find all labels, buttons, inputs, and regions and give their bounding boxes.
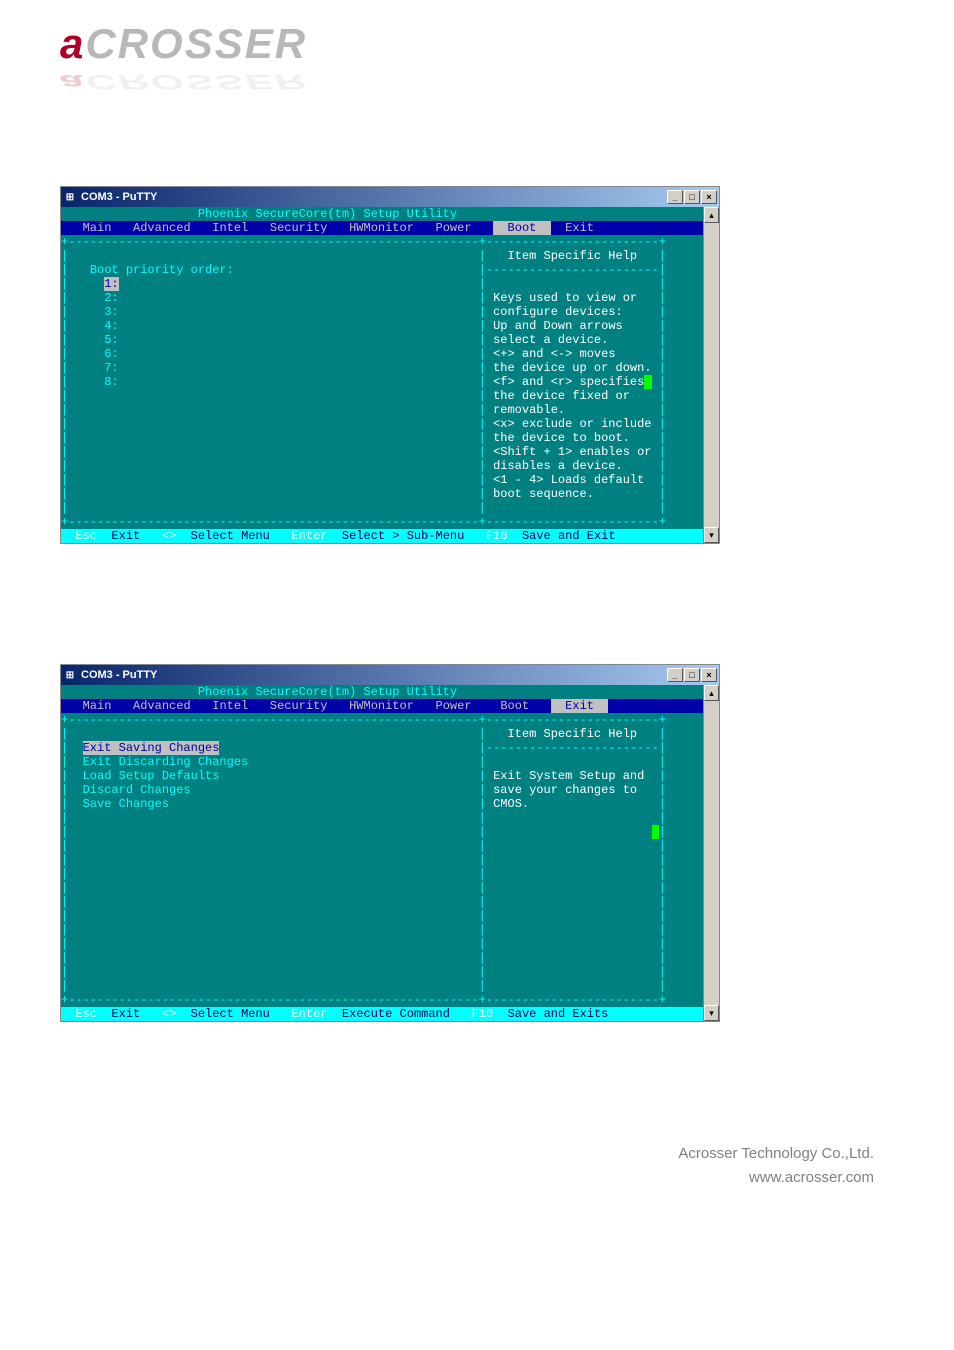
menu-bar[interactable]: Main Advanced Intel Security HWMonitor P… — [61, 221, 703, 235]
tab-advanced[interactable]: Advanced — [133, 221, 191, 235]
titlebar[interactable]: ⊞ COM3 - PuTTY _ □ × — [61, 187, 719, 207]
tab-security[interactable]: Security — [270, 699, 328, 713]
tab-intel[interactable]: Intel — [212, 699, 248, 713]
window-title: COM3 - PuTTY — [81, 191, 667, 203]
company-url: www.acrosser.com — [60, 1166, 874, 1190]
discard-changes[interactable]: Discard Changes — [83, 783, 191, 797]
tab-hwmonitor[interactable]: HWMonitor — [349, 699, 414, 713]
scroll-track[interactable] — [704, 701, 719, 1005]
putty-window-exit: ⊞ COM3 - PuTTY _ □ × Phoenix SecureCore(… — [60, 664, 720, 1022]
tab-main[interactable]: Main — [83, 699, 112, 713]
boot-item-8[interactable]: 8: — [104, 375, 118, 389]
boot-item-5[interactable]: 5: — [104, 333, 118, 347]
maximize-button[interactable]: □ — [684, 190, 700, 204]
tab-security[interactable]: Security — [270, 221, 328, 235]
terminal-boot[interactable]: Phoenix SecureCore(tm) Setup Utility Mai… — [61, 207, 703, 543]
page-footer: Acrosser Technology Co.,Ltd. www.acrosse… — [60, 1142, 894, 1190]
minimize-button[interactable]: _ — [667, 668, 683, 682]
divider-top: +---------------------------------------… — [61, 235, 666, 249]
titlebar[interactable]: ⊞ COM3 - PuTTY _ □ × — [61, 665, 719, 685]
logo-letter: a — [60, 20, 85, 67]
scroll-up-button[interactable]: ▴ — [704, 207, 719, 223]
save-changes[interactable]: Save Changes — [83, 797, 169, 811]
divider-top: +---------------------------------------… — [61, 713, 666, 727]
tab-main[interactable]: Main — [83, 221, 112, 235]
tab-hwmonitor[interactable]: HWMonitor — [349, 221, 414, 235]
logo-rest: CROSSER — [85, 20, 307, 67]
window-title: COM3 - PuTTY — [81, 669, 667, 681]
tab-power[interactable]: Power — [436, 699, 472, 713]
terminal-exit[interactable]: Phoenix SecureCore(tm) Setup Utility Mai… — [61, 685, 703, 1021]
divider-bottom: +---------------------------------------… — [61, 993, 666, 1007]
maximize-button[interactable]: □ — [684, 668, 700, 682]
putty-window-boot: ⊞ COM3 - PuTTY _ □ × Phoenix SecureCore(… — [60, 186, 720, 544]
help-header: Item Specific Help — [507, 249, 637, 263]
scrollbar[interactable]: ▴ ▾ — [703, 207, 719, 543]
exit-saving[interactable]: Exit Saving Changes — [83, 741, 220, 755]
menu-bar[interactable]: Main Advanced Intel Security HWMonitor P… — [61, 699, 703, 713]
boot-item-3[interactable]: 3: — [104, 305, 118, 319]
tab-boot[interactable]: Boot — [493, 221, 551, 235]
scroll-up-button[interactable]: ▴ — [704, 685, 719, 701]
tab-advanced[interactable]: Advanced — [133, 699, 191, 713]
tab-intel[interactable]: Intel — [212, 221, 248, 235]
exit-discarding[interactable]: Exit Discarding Changes — [83, 755, 249, 769]
scroll-down-button[interactable]: ▾ — [704, 527, 719, 543]
scrollbar[interactable]: ▴ ▾ — [703, 685, 719, 1021]
bios-title: Phoenix SecureCore(tm) Setup Utility — [61, 207, 703, 221]
boot-item-4[interactable]: 4: — [104, 319, 118, 333]
company-name: Acrosser Technology Co.,Ltd. — [60, 1142, 874, 1166]
boot-heading: Boot priority order: — [90, 263, 234, 277]
boot-item-6[interactable]: 6: — [104, 347, 118, 361]
putty-icon: ⊞ — [63, 668, 77, 682]
cursor — [652, 825, 659, 839]
scroll-track[interactable] — [704, 223, 719, 527]
divider-bottom: +---------------------------------------… — [61, 515, 666, 529]
load-defaults[interactable]: Load Setup Defaults — [83, 769, 220, 783]
footer-bar: Esc Exit <> Select Menu Enter Select > S… — [61, 529, 703, 543]
tab-exit[interactable]: Exit — [551, 699, 609, 713]
boot-item-1[interactable]: 1: — [104, 277, 118, 291]
minimize-button[interactable]: _ — [667, 190, 683, 204]
footer-bar: Esc Exit <> Select Menu Enter Execute Co… — [61, 1007, 703, 1021]
bios-title: Phoenix SecureCore(tm) Setup Utility — [61, 685, 703, 699]
putty-icon: ⊞ — [63, 190, 77, 204]
tab-boot[interactable]: Boot — [500, 699, 529, 713]
help-header: Item Specific Help — [507, 727, 637, 741]
boot-item-2[interactable]: 2: — [104, 291, 118, 305]
close-button[interactable]: × — [701, 190, 717, 204]
tab-exit[interactable]: Exit — [565, 221, 594, 235]
scroll-down-button[interactable]: ▾ — [704, 1005, 719, 1021]
cursor — [644, 375, 651, 389]
close-button[interactable]: × — [701, 668, 717, 682]
brand-logo: aCROSSER aCROSSER — [60, 20, 894, 106]
boot-item-7[interactable]: 7: — [104, 361, 118, 375]
tab-power[interactable]: Power — [436, 221, 472, 235]
